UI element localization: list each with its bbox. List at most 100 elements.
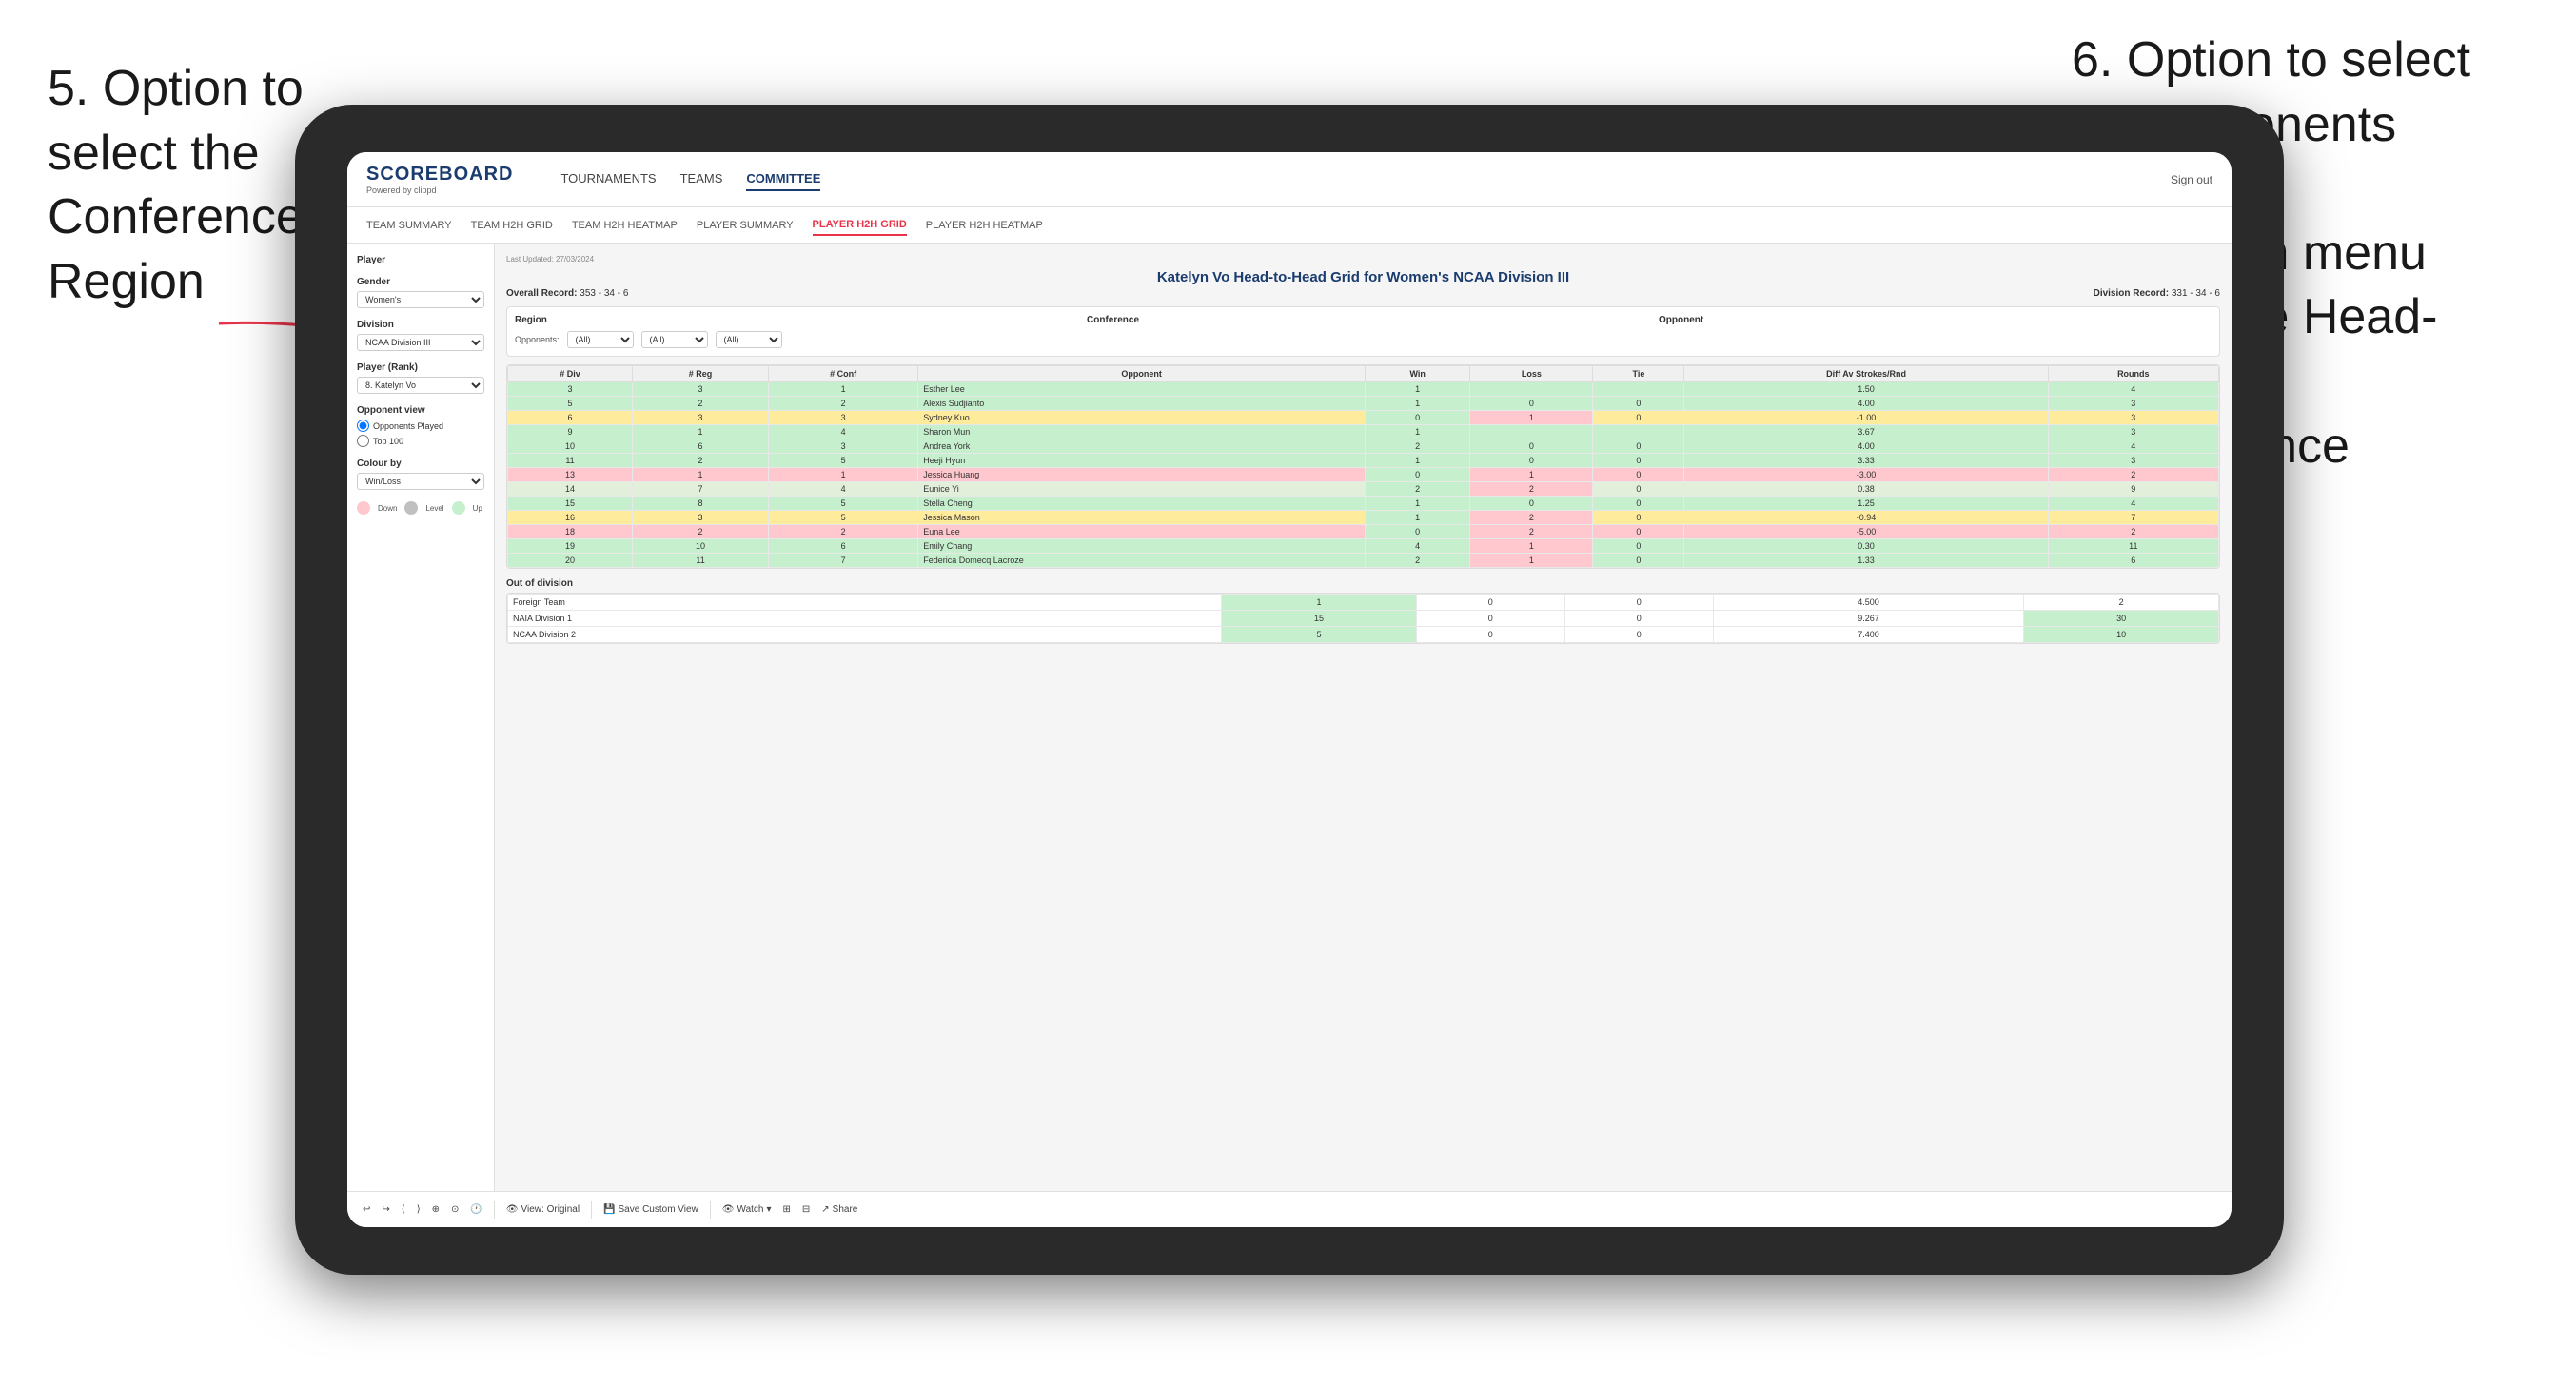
table-row: 14 7 4 Eunice Yi 2 2 0 0.38 9 [508,482,2219,497]
toolbar-back[interactable]: ⟨ [402,1204,405,1215]
view-original-btn[interactable]: 👁 View: Original [506,1204,580,1215]
cell-opponent: Emily Chang [918,539,1366,554]
toolbar-icon2[interactable]: ⊟ [802,1204,810,1215]
th-reg: # Reg [633,366,769,382]
out-cell-win: 15 [1222,611,1417,627]
sidebar-opponent-view-label: Opponent view [357,405,484,416]
cell-opponent: Sydney Kuo [918,411,1366,425]
cell-conf: 5 [769,497,918,511]
cell-opponent: Andrea York [918,439,1366,454]
cell-reg: 1 [633,425,769,439]
share-btn[interactable]: ↗ Share [821,1204,857,1215]
cell-tie: 0 [1593,439,1684,454]
th-tie: Tie [1593,366,1684,382]
cell-win: 1 [1365,497,1469,511]
conference-select[interactable]: (All) [641,331,708,348]
out-table-row: Foreign Team 1 0 0 4.500 2 [508,595,2219,611]
cell-reg: 10 [633,539,769,554]
cell-tie: 0 [1593,397,1684,411]
cell-conf: 4 [769,482,918,497]
subnav-player-h2h-heatmap[interactable]: PLAYER H2H HEATMAP [926,216,1043,235]
cell-diff: 4.00 [1684,397,2048,411]
toolbar-fwd[interactable]: ⟩ [417,1204,421,1215]
cell-rounds: 3 [2048,397,2218,411]
region-select[interactable]: (All) [567,331,634,348]
table-row: 3 3 1 Esther Lee 1 1.50 4 [508,382,2219,397]
cell-rounds: 6 [2048,554,2218,568]
out-cell-tie: 0 [1564,595,1713,611]
cell-win: 0 [1365,525,1469,539]
cell-rounds: 4 [2048,497,2218,511]
cell-diff: 3.33 [1684,454,2048,468]
cell-reg: 2 [633,525,769,539]
cell-rounds: 4 [2048,439,2218,454]
toolbar-divider-3 [710,1201,711,1219]
subnav-team-summary[interactable]: TEAM SUMMARY [366,216,452,235]
out-cell-rounds: 10 [2024,627,2219,643]
sidebar-player-rank-label: Player (Rank) [357,362,484,373]
th-conf: # Conf [769,366,918,382]
opponent-select[interactable]: (All) [716,331,782,348]
watch-btn[interactable]: 👁 Watch ▾ [722,1204,772,1215]
cell-conf: 2 [769,525,918,539]
color-label-up: Up [473,504,482,513]
undo-btn[interactable]: ↩ [363,1204,370,1215]
toolbar-clock[interactable]: 🕐 [470,1204,482,1215]
cell-loss [1470,382,1593,397]
toolbar-copy[interactable]: ⊕ [432,1204,440,1215]
out-cell-diff: 7.400 [1713,627,2024,643]
cell-div: 5 [508,397,633,411]
sub-nav: TEAM SUMMARY TEAM H2H GRID TEAM H2H HEAT… [347,207,2232,244]
cell-loss: 1 [1470,411,1593,425]
sidebar-player-label: Player [357,255,484,265]
nav-tournaments[interactable]: TOURNAMENTS [560,167,656,191]
cell-conf: 3 [769,439,918,454]
cell-rounds: 3 [2048,411,2218,425]
toolbar-paste[interactable]: ⊙ [451,1204,459,1215]
redo-btn[interactable]: ↪ [382,1204,389,1215]
table-row: 20 11 7 Federica Domecq Lacroze 2 1 0 1.… [508,554,2219,568]
radio-top100[interactable]: Top 100 [357,435,484,447]
gender-select[interactable]: Women's Men's [357,291,484,308]
table-row: 9 1 4 Sharon Mun 1 3.67 3 [508,425,2219,439]
cell-opponent: Stella Cheng [918,497,1366,511]
out-cell-win: 5 [1222,627,1417,643]
out-table-row: NCAA Division 2 5 0 0 7.400 10 [508,627,2219,643]
cell-loss: 2 [1470,525,1593,539]
toolbar-icon1[interactable]: ⊞ [783,1204,791,1215]
subnav-team-h2h-grid[interactable]: TEAM H2H GRID [471,216,553,235]
filter-opponents-row: Opponents: (All) (All) (All) [515,331,2212,348]
player-rank-select[interactable]: 8. Katelyn Vo [357,377,484,394]
cell-loss: 2 [1470,482,1593,497]
cell-conf: 1 [769,468,918,482]
colour-by-select[interactable]: Win/Loss [357,473,484,490]
cell-reg: 7 [633,482,769,497]
cell-conf: 4 [769,425,918,439]
cell-div: 11 [508,454,633,468]
radio-opponents-played[interactable]: Opponents Played [357,420,484,432]
cell-conf: 7 [769,554,918,568]
cell-win: 1 [1365,454,1469,468]
nav-teams[interactable]: TEAMS [680,167,723,191]
subnav-player-h2h-grid[interactable]: PLAYER H2H GRID [813,215,907,236]
main-data-table: # Div # Reg # Conf Opponent Win Loss Tie… [507,365,2219,568]
sidebar-player-rank-section: Player (Rank) 8. Katelyn Vo [357,362,484,394]
main-content: Player Gender Women's Men's Division NCA… [347,244,2232,1191]
cell-tie: 0 [1593,554,1684,568]
cell-opponent: Federica Domecq Lacroze [918,554,1366,568]
cell-loss: 2 [1470,511,1593,525]
cell-tie: 0 [1593,411,1684,425]
subnav-team-h2h-heatmap[interactable]: TEAM H2H HEATMAP [572,216,678,235]
conference-label: Conference [1087,315,1640,325]
division-select[interactable]: NCAA Division III NCAA Division I NCAA D… [357,334,484,351]
tablet-screen: SCOREBOARD Powered by clippd TOURNAMENTS… [347,152,2232,1227]
cell-div: 13 [508,468,633,482]
main-data-table-container: # Div # Reg # Conf Opponent Win Loss Tie… [506,364,2220,569]
table-row: 11 2 5 Heeji Hyun 1 0 0 3.33 3 [508,454,2219,468]
cell-diff: -5.00 [1684,525,2048,539]
sign-out-link[interactable]: Sign out [2171,173,2212,186]
save-custom-btn[interactable]: 💾 Save Custom View [603,1204,698,1215]
nav-committee[interactable]: COMMITTEE [746,167,820,191]
subnav-player-summary[interactable]: PLAYER SUMMARY [697,216,794,235]
cell-loss: 1 [1470,539,1593,554]
